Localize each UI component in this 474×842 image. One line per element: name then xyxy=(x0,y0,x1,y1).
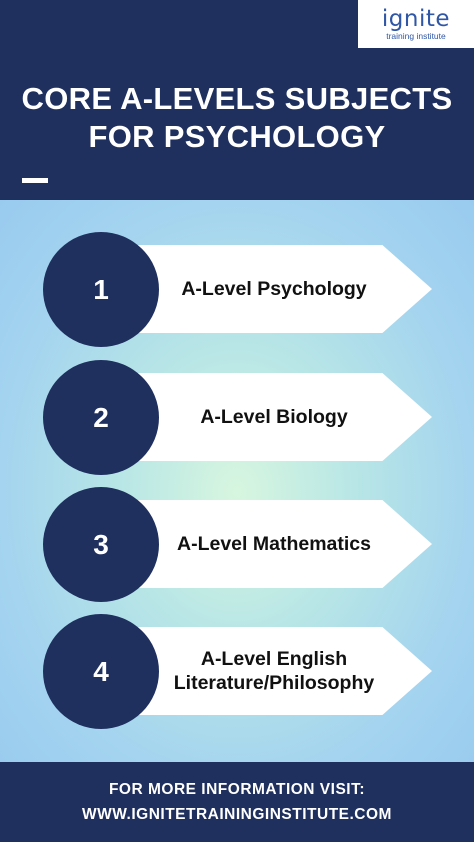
number-badge: 1 xyxy=(43,232,159,347)
subject-item-4: 4 A-Level English Literature/Philosophy xyxy=(0,614,474,734)
page-title: CORE A-LEVELS SUBJECTS FOR PSYCHOLOGY xyxy=(0,80,474,156)
logo-tagline: training institute xyxy=(386,30,446,41)
subject-label-line-1: A-Level English xyxy=(200,648,348,670)
subject-label-text: A-Level Psychology xyxy=(181,278,367,300)
subjects-panel: 1 A-Level Psychology 2 A-Level Biology 3… xyxy=(0,200,474,762)
footer-website-link[interactable]: WWW.IGNITETRAININGINSTITUTE.COM xyxy=(82,802,392,827)
subject-label-line-2: Literature/Philosophy xyxy=(173,672,375,694)
title-line-1: CORE A-LEVELS SUBJECTS xyxy=(21,81,453,116)
title-line-2: FOR PSYCHOLOGY xyxy=(88,119,386,154)
subject-label-text: A-Level Biology xyxy=(200,406,348,428)
subject-item-1: 1 A-Level Psychology xyxy=(0,232,474,352)
number-badge: 3 xyxy=(43,487,159,602)
subject-label: A-Level Mathematics xyxy=(158,500,390,588)
footer-info-text: FOR MORE INFORMATION VISIT: xyxy=(108,781,366,798)
number-badge: 4 xyxy=(43,614,159,729)
logo: ignite training institute xyxy=(358,0,474,48)
number-badge: 2 xyxy=(43,360,159,475)
footer: FOR MORE INFORMATION VISIT: WWW.IGNITETR… xyxy=(0,762,474,842)
subject-item-3: 3 A-Level Mathematics xyxy=(0,487,474,607)
logo-wordmark: ignite xyxy=(381,5,451,32)
subject-label-text: A-Level Mathematics xyxy=(177,533,371,555)
subject-item-2: 2 A-Level Biology xyxy=(0,360,474,480)
header: ignite training institute CORE A-LEVELS … xyxy=(0,0,474,200)
subject-label: A-Level Biology xyxy=(158,373,390,461)
subject-label: A-Level Psychology xyxy=(158,245,390,333)
title-divider xyxy=(22,178,48,183)
subject-label: A-Level English Literature/Philosophy xyxy=(158,627,390,715)
